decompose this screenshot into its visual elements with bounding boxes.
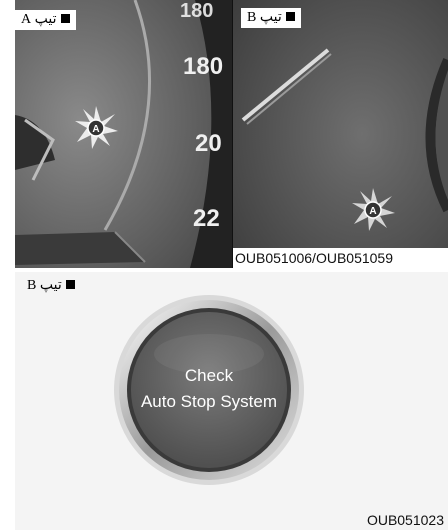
cluster-illustration-b bbox=[233, 0, 448, 268]
type-b-label-top: تیپ B bbox=[241, 8, 301, 28]
bullet-square-icon bbox=[60, 14, 70, 23]
type-a-label: تیپ A bbox=[15, 10, 76, 30]
auto-stop-indicator-icon: A bbox=[75, 106, 118, 149]
svg-text:A: A bbox=[92, 124, 99, 135]
button-line-1: Check bbox=[184, 366, 234, 385]
button-ring bbox=[114, 295, 304, 485]
speed-number-top: 180 bbox=[180, 0, 214, 22]
bullet-square-icon bbox=[65, 280, 75, 289]
panel-type-b-button: تیپ B Check Auto Stop System OUB051023 bbox=[15, 272, 448, 530]
bullet-square-icon bbox=[285, 12, 295, 21]
type-b-label-bottom: تیپ B bbox=[21, 276, 81, 296]
panel-type-b-cluster: A تیپ B OUB051006/OUB051059 bbox=[233, 0, 448, 268]
svg-text:A: A bbox=[369, 206, 376, 217]
panel-type-a: A 180 180 20 22 تیپ A bbox=[15, 0, 232, 268]
image-code-top: OUB051006/OUB051059 bbox=[235, 250, 393, 266]
speed-number-220: 22 bbox=[193, 205, 220, 232]
speed-number-180: 180 bbox=[183, 53, 224, 80]
auto-stop-indicator-icon: A bbox=[352, 188, 395, 231]
check-auto-stop-button[interactable]: Check Auto Stop System bbox=[113, 294, 305, 486]
image-code-bottom: OUB051023 bbox=[366, 512, 444, 528]
button-line-2: Auto Stop System bbox=[140, 392, 278, 411]
speed-number-200: 20 bbox=[195, 130, 222, 157]
